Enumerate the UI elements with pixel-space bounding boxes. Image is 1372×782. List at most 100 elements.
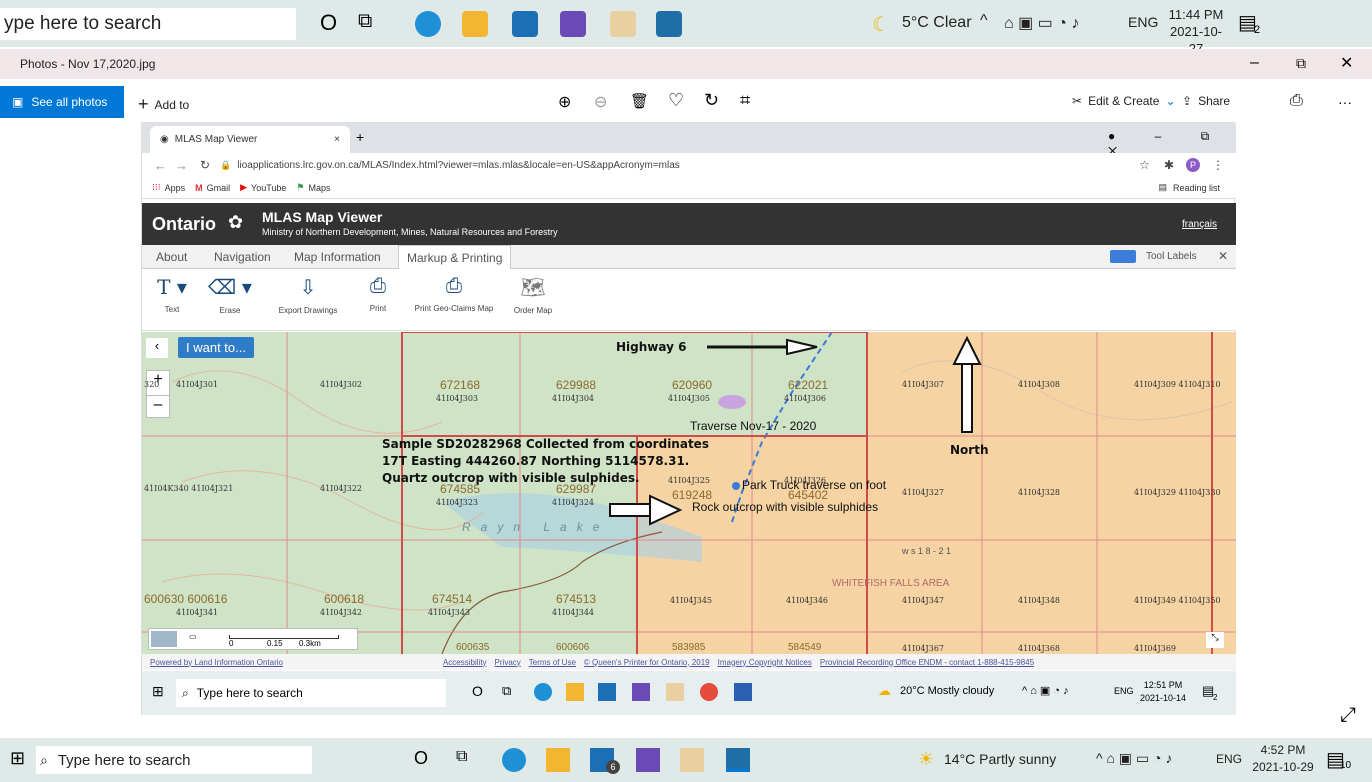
erase-tool[interactable]: ⌫ ▾ Erase bbox=[204, 275, 256, 315]
more-options-button[interactable]: ··· bbox=[1338, 94, 1352, 110]
weather-icon[interactable]: ☀ bbox=[918, 749, 934, 770]
tray-icons[interactable]: ^ ⌂ ▣ ▭ ◔ ♪ bbox=[1096, 750, 1172, 767]
close-panel-icon[interactable]: ✕ bbox=[1218, 249, 1228, 263]
print-icon[interactable]: ⎙ bbox=[1290, 92, 1303, 110]
close-button[interactable]: ✕ bbox=[1340, 53, 1353, 73]
footer-privacy[interactable]: Privacy bbox=[495, 658, 521, 667]
cortana-icon[interactable]: O bbox=[414, 748, 428, 769]
rotate-icon[interactable]: ↻ bbox=[704, 90, 719, 111]
edit-create-button[interactable]: ✂ Edit & Create ⌄ bbox=[1072, 94, 1176, 108]
add-to-button[interactable]: + Add to bbox=[138, 94, 189, 115]
browser-tab[interactable]: ◉ MLAS Map Viewer × bbox=[150, 126, 350, 153]
tray-icons[interactable]: ⌂ ▣ ▭ ◔ ♪ bbox=[1004, 13, 1079, 33]
tab-navigation[interactable]: Navigation bbox=[214, 250, 271, 264]
footer-recording-office[interactable]: Provincial Recording Office ENDM - conta… bbox=[820, 658, 1034, 667]
weather-icon[interactable]: ☾ bbox=[872, 12, 890, 37]
tab-about[interactable]: About bbox=[156, 250, 187, 264]
clock[interactable]: 4:52 PM 2021-10-29 bbox=[1250, 742, 1316, 776]
start-icon[interactable]: ⊞ bbox=[152, 683, 164, 700]
taskbar-search-box[interactable]: ype here to search bbox=[0, 8, 296, 40]
task-view-icon[interactable]: ⧉ bbox=[358, 10, 372, 33]
see-all-photos-button[interactable]: ▣ See all photos bbox=[0, 86, 124, 118]
resize-handle-icon[interactable]: ⤢ bbox=[1340, 704, 1356, 727]
reload-icon[interactable]: ↻ bbox=[200, 158, 210, 172]
collapse-panel-icon[interactable]: ‹ bbox=[146, 338, 168, 358]
start-icon[interactable]: ⊞ bbox=[10, 748, 25, 769]
task-view-icon[interactable]: ⧉ bbox=[502, 683, 511, 699]
footer-imagery[interactable]: Imagery Copyright Notices bbox=[718, 658, 812, 667]
export-drawings-tool[interactable]: ⇩ Export Drawings bbox=[270, 275, 346, 315]
i-want-to-button[interactable]: I want to... bbox=[178, 337, 254, 358]
new-tab-button[interactable]: + bbox=[356, 129, 364, 145]
inner-tray-icons[interactable]: ^ ⌂ ▣ ◔ ♪ bbox=[1022, 684, 1069, 697]
profile-avatar[interactable]: P bbox=[1186, 158, 1200, 172]
address-bar[interactable]: lioapplications.lrc.gov.on.ca/MLAS/Index… bbox=[237, 160, 680, 171]
mail-icon[interactable] bbox=[512, 11, 538, 37]
taskbar-search-box[interactable]: ⌕ Type here to search bbox=[36, 746, 312, 774]
bookmark-star-icon[interactable]: ☆ bbox=[1139, 158, 1150, 172]
cortana-icon[interactable]: O bbox=[320, 10, 337, 36]
app-icon-purple[interactable] bbox=[632, 683, 650, 701]
nav-buttons[interactable]: ←→ bbox=[154, 158, 196, 173]
language-indicator[interactable]: ENG bbox=[1128, 14, 1158, 30]
footer-copyright[interactable]: © Queen's Printer for Ontario, 2019 bbox=[584, 658, 710, 667]
bookmark-gmail[interactable]: Gmail bbox=[207, 183, 231, 193]
file-explorer-icon[interactable] bbox=[566, 683, 584, 701]
inner-search-box[interactable]: ⌕ Type here to search bbox=[176, 679, 446, 707]
mail-icon[interactable] bbox=[598, 683, 616, 701]
tab-map-information[interactable]: Map Information bbox=[294, 250, 381, 264]
zoom-in-icon[interactable]: ⊕ bbox=[558, 92, 571, 112]
chrome-icon[interactable] bbox=[700, 683, 718, 701]
app-icon-purple[interactable] bbox=[560, 11, 586, 37]
tab-close-icon[interactable]: × bbox=[334, 134, 340, 145]
inner-weather-text[interactable]: 20°C Mostly cloudy bbox=[900, 685, 994, 697]
cortana-icon[interactable]: O bbox=[472, 683, 483, 699]
bookmark-maps[interactable]: Maps bbox=[309, 183, 331, 193]
text-tool[interactable]: T ▾ Text bbox=[150, 275, 194, 314]
photos-app-icon[interactable] bbox=[726, 748, 750, 772]
minimize-button[interactable]: – bbox=[1250, 54, 1259, 72]
tool-labels-toggle[interactable] bbox=[1110, 250, 1136, 263]
favorite-icon[interactable]: ♡ bbox=[668, 90, 684, 111]
task-view-icon[interactable]: ⧉ bbox=[456, 748, 467, 766]
weather-text[interactable]: 14°C Partly sunny bbox=[944, 751, 1056, 767]
edge-icon[interactable] bbox=[415, 11, 441, 37]
inner-language[interactable]: ENG bbox=[1114, 686, 1134, 696]
ontario-logo-text[interactable]: Ontario bbox=[152, 214, 216, 235]
bookmark-apps[interactable]: Apps bbox=[165, 183, 186, 193]
paint-icon[interactable] bbox=[666, 683, 684, 701]
zoom-out-icon[interactable]: ⊖ bbox=[594, 92, 607, 112]
language-indicator[interactable]: ENG bbox=[1216, 752, 1242, 766]
weather-text[interactable]: 5°C Clear bbox=[902, 14, 972, 32]
map-zoom-out-button[interactable]: – bbox=[147, 395, 169, 417]
restore-button[interactable]: ⧉ bbox=[1296, 55, 1306, 72]
extensions-icon[interactable]: ✱ bbox=[1164, 158, 1174, 172]
file-explorer-icon[interactable] bbox=[546, 748, 570, 772]
share-button[interactable]: ⇪ Share bbox=[1182, 94, 1230, 108]
footer-accessibility[interactable]: Accessibility bbox=[443, 658, 487, 667]
file-explorer-icon[interactable] bbox=[462, 11, 488, 37]
scale-toggle-icon[interactable]: ▭ bbox=[189, 632, 197, 641]
app-icon-purple[interactable] bbox=[636, 748, 660, 772]
paint-icon[interactable] bbox=[680, 748, 704, 772]
delete-icon[interactable]: 🗑 bbox=[630, 92, 649, 110]
map-view[interactable]: ‹ I want to... + – 320 41I04J301 41I04J3… bbox=[142, 332, 1236, 654]
paint-icon[interactable] bbox=[610, 11, 636, 37]
order-map-tool[interactable]: 🗺 Order Map bbox=[506, 275, 560, 315]
print-tool[interactable]: ⎙ Print bbox=[360, 275, 396, 313]
browser-menu-icon[interactable]: ⋮ bbox=[1212, 158, 1224, 172]
weather-icon[interactable]: ☁ bbox=[878, 683, 891, 699]
inner-clock[interactable]: 12:51 PM 2021-10-14 bbox=[1140, 679, 1186, 705]
footer-powered-by[interactable]: Powered by Land Information Ontario bbox=[150, 658, 283, 667]
word-icon[interactable] bbox=[734, 683, 752, 701]
edge-icon[interactable] bbox=[534, 683, 552, 701]
edge-icon[interactable] bbox=[502, 748, 526, 772]
tray-chevron-icon[interactable]: ^ bbox=[980, 12, 988, 30]
expand-map-icon[interactable]: ⤡ bbox=[1206, 632, 1224, 648]
footer-terms[interactable]: Terms of Use bbox=[529, 658, 576, 667]
basemap-thumbnail[interactable] bbox=[151, 631, 177, 647]
print-geo-claims-tool[interactable]: ⎙ Print Geo-Claims Map bbox=[408, 275, 500, 313]
french-language-link[interactable]: français bbox=[1182, 219, 1217, 230]
tab-markup-printing[interactable]: Markup & Printing bbox=[398, 245, 512, 269]
bookmark-youtube[interactable]: YouTube bbox=[251, 183, 286, 193]
